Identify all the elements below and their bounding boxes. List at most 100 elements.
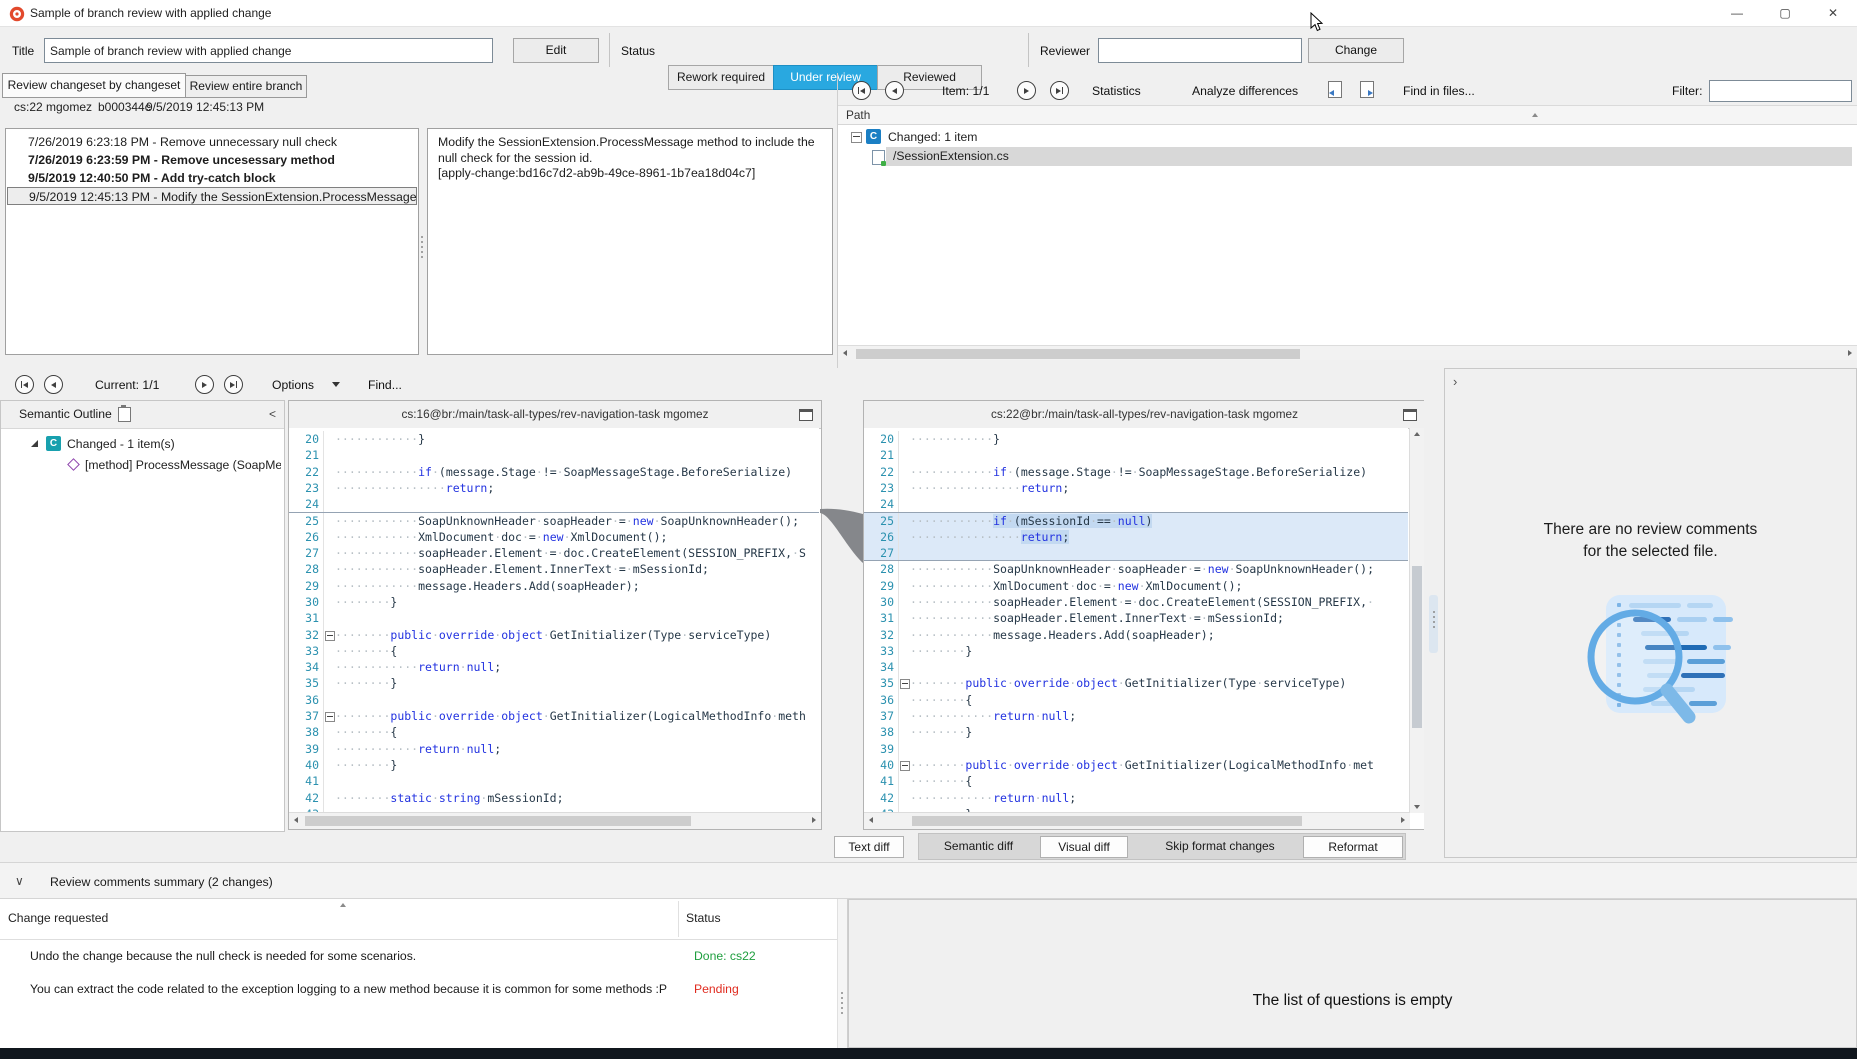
- statistics-button[interactable]: Statistics: [1092, 84, 1141, 98]
- scroll-right-icon[interactable]: [812, 817, 816, 823]
- tree-expanded-icon[interactable]: [31, 440, 38, 447]
- previous-diff-button[interactable]: [44, 375, 63, 394]
- questions-panel: The list of questions is empty: [848, 899, 1857, 1048]
- scroll-right-icon[interactable]: [1848, 350, 1852, 356]
- comments-panel-splitter[interactable]: [1424, 368, 1444, 858]
- title-bar: Sample of branch review with applied cha…: [0, 0, 1857, 27]
- reformat-button[interactable]: Reformat: [1303, 836, 1403, 858]
- left-horizontal-scrollbar[interactable]: [289, 812, 821, 829]
- last-item-button[interactable]: [1050, 81, 1069, 100]
- questions-panel-splitter[interactable]: [841, 992, 843, 1014]
- path-column-header[interactable]: Path: [838, 105, 1857, 125]
- copy-outline-icon[interactable]: [118, 407, 131, 422]
- semantic-diff-button[interactable]: Semantic diff: [920, 836, 1037, 858]
- save-right-file-icon[interactable]: [1360, 81, 1374, 98]
- table-row[interactable]: You can extract the code related to the …: [0, 973, 837, 1006]
- scrollbar-thumb[interactable]: [305, 816, 691, 826]
- scrollbar-thumb[interactable]: [1412, 566, 1422, 728]
- outline-root-label[interactable]: Changed - 1 item(s): [67, 437, 175, 451]
- no-comments-message-line2: for the selected file.: [1445, 543, 1856, 561]
- close-button[interactable]: ✕: [1809, 0, 1857, 27]
- previous-item-button[interactable]: [885, 81, 904, 100]
- next-diff-button[interactable]: [195, 375, 214, 394]
- last-diff-button[interactable]: [224, 375, 243, 394]
- right-diff-pane: cs:22@br:/main/task-all-types/rev-naviga…: [863, 400, 1426, 830]
- scroll-up-icon[interactable]: [1414, 432, 1420, 436]
- column-divider[interactable]: [678, 901, 679, 937]
- changeset-list: 7/26/2019 6:23:18 PM - Remove unnecessar…: [5, 128, 419, 355]
- method-icon: [67, 458, 80, 471]
- fold-collapse-icon[interactable]: [900, 761, 910, 771]
- tree-horizontal-scrollbar[interactable]: [838, 345, 1857, 360]
- scrollbar-thumb[interactable]: [912, 816, 1302, 826]
- find-button[interactable]: Find...: [368, 378, 402, 392]
- code-line: 34············return·null;: [289, 659, 819, 675]
- scroll-right-icon[interactable]: [1401, 817, 1405, 823]
- left-pane-header: cs:16@br:/main/task-all-types/rev-naviga…: [289, 401, 821, 429]
- scroll-left-icon[interactable]: [843, 350, 847, 356]
- changeset-item[interactable]: 7/26/2019 6:23:59 PM - Remove uncesessar…: [6, 151, 418, 169]
- fold-collapse-icon[interactable]: [325, 712, 335, 722]
- analyze-differences-button[interactable]: Analyze differences: [1192, 84, 1298, 98]
- maximize-button[interactable]: ▢: [1761, 0, 1809, 27]
- reviewer-input[interactable]: [1098, 38, 1302, 63]
- save-left-file-icon[interactable]: [1328, 81, 1342, 98]
- fold-collapse-icon[interactable]: [325, 631, 335, 641]
- code-line: 39············return·null;: [289, 741, 819, 757]
- column-status[interactable]: Status: [686, 911, 721, 925]
- minimize-button[interactable]: —: [1713, 0, 1761, 27]
- table-scrollbar[interactable]: [837, 899, 847, 1048]
- changeset-id: cs:22: [14, 100, 43, 114]
- edit-button[interactable]: Edit: [513, 38, 599, 63]
- scrollbar-thumb[interactable]: [856, 349, 1300, 359]
- changeset-item[interactable]: 9/5/2019 12:40:50 PM - Add try-catch blo…: [6, 169, 418, 187]
- tab-review-changeset-by-changeset[interactable]: Review changeset by changeset: [2, 73, 186, 98]
- review-summary-title: Review comments summary (2 changes): [50, 875, 273, 889]
- first-item-button[interactable]: [852, 81, 871, 100]
- table-row[interactable]: Undo the change because the null check i…: [0, 940, 837, 973]
- text-diff-button[interactable]: Text diff: [834, 836, 904, 858]
- changeset-item[interactable]: 9/5/2019 12:45:13 PM - Modify the Sessio…: [7, 187, 417, 205]
- filter-input[interactable]: [1709, 80, 1852, 102]
- first-diff-button[interactable]: [15, 375, 34, 394]
- scroll-left-icon[interactable]: [869, 817, 873, 823]
- semantic-outline-title: Semantic Outline: [19, 407, 112, 421]
- maximize-pane-icon[interactable]: [799, 409, 813, 421]
- tree-file-label[interactable]: /SessionExtension.cs: [893, 149, 1009, 163]
- change-reviewer-button[interactable]: Change: [1308, 38, 1404, 63]
- changeset-comment-tag: [apply-change:bd16c7d2-ab9b-49ce-8961-1b…: [438, 166, 822, 182]
- next-item-button[interactable]: [1017, 81, 1036, 100]
- scroll-left-icon[interactable]: [294, 817, 298, 823]
- semantic-outline-header: Semantic Outline <: [1, 401, 284, 429]
- code-line: 40········public·override·object·GetInit…: [864, 757, 1408, 773]
- code-line: 41········{: [864, 773, 1408, 789]
- table-header-row[interactable]: Change requested Status: [0, 899, 837, 940]
- tree-root-label[interactable]: Changed: 1 item: [888, 130, 977, 144]
- changeset-item[interactable]: 7/26/2019 6:23:18 PM - Remove unnecessar…: [6, 133, 418, 151]
- options-button[interactable]: Options: [272, 378, 314, 392]
- selected-file-row[interactable]: [886, 147, 1852, 166]
- questions-empty-message: The list of questions is empty: [849, 992, 1856, 1010]
- outline-method-label[interactable]: [method] ProcessMessage (SoapMessa: [85, 458, 281, 472]
- fold-collapse-icon[interactable]: [900, 679, 910, 689]
- collapse-panel-icon[interactable]: <: [269, 407, 276, 421]
- scroll-down-icon[interactable]: [1414, 805, 1420, 809]
- find-in-files-button[interactable]: Find in files...: [1403, 84, 1475, 98]
- left-code-view: 20············}2122············if·(messa…: [289, 428, 819, 813]
- skip-format-changes-button[interactable]: Skip format changes: [1145, 836, 1295, 858]
- column-change-requested[interactable]: Change requested: [8, 911, 108, 925]
- splitter-handle[interactable]: [1429, 595, 1438, 653]
- review-summary-header[interactable]: ∨ Review comments summary (2 changes): [0, 862, 1857, 899]
- expand-panel-icon[interactable]: ›: [1453, 374, 1457, 389]
- status-option-rework-required[interactable]: Rework required: [668, 65, 774, 90]
- right-horizontal-scrollbar[interactable]: [864, 812, 1410, 829]
- right-vertical-scrollbar[interactable]: [1409, 428, 1425, 813]
- tab-review-entire-branch[interactable]: Review entire branch: [185, 75, 307, 98]
- review-title-input[interactable]: [44, 38, 493, 63]
- code-line: 29············XmlDocument·doc·=·new·XmlD…: [864, 578, 1408, 594]
- visual-diff-button[interactable]: Visual diff: [1040, 836, 1128, 858]
- tree-collapse-icon[interactable]: [851, 132, 862, 143]
- list-comment-splitter[interactable]: [421, 236, 423, 258]
- collapse-summary-icon[interactable]: ∨: [15, 874, 24, 888]
- maximize-pane-icon[interactable]: [1403, 409, 1417, 421]
